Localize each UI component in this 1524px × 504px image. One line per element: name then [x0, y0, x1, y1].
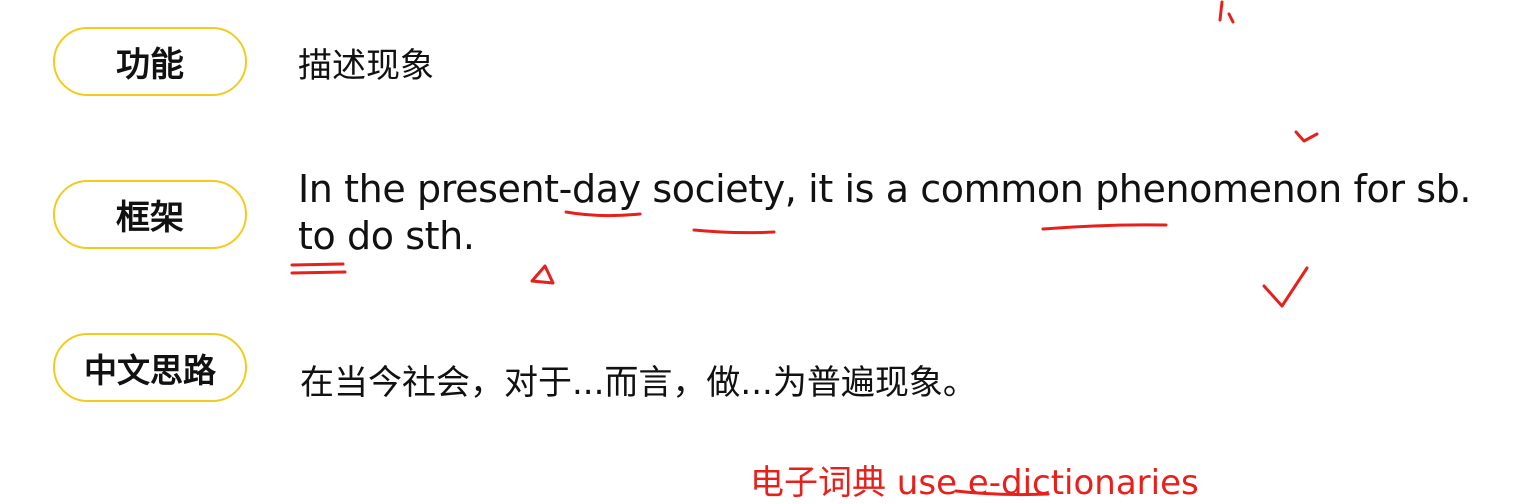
pill-chinese-idea: 中文思路: [53, 333, 247, 402]
text-function: 描述现象: [298, 46, 434, 86]
double-underline-sb-2: [290, 270, 347, 275]
handwritten-annotation: 电子词典 use e-dictionaries: [750, 463, 1199, 503]
small-check-icon: [1294, 130, 1319, 143]
stray-mark: [1218, 0, 1235, 24]
pill-label-framework: 框架: [116, 198, 184, 238]
text-chinese-idea: 在当今社会，对于...而言，做...为普遍现象。: [300, 363, 977, 403]
double-underline-sb: [290, 262, 345, 267]
pill-function: 功能: [53, 27, 247, 96]
pill-framework: 框架: [53, 180, 247, 249]
pill-label-function: 功能: [116, 45, 184, 85]
pill-label-chinese-idea: 中文思路: [84, 350, 216, 390]
checkmark-icon: [1262, 266, 1309, 308]
text-framework: In the present-day society, it is a comm…: [298, 167, 1472, 258]
triangle-mark-icon: [530, 264, 555, 285]
